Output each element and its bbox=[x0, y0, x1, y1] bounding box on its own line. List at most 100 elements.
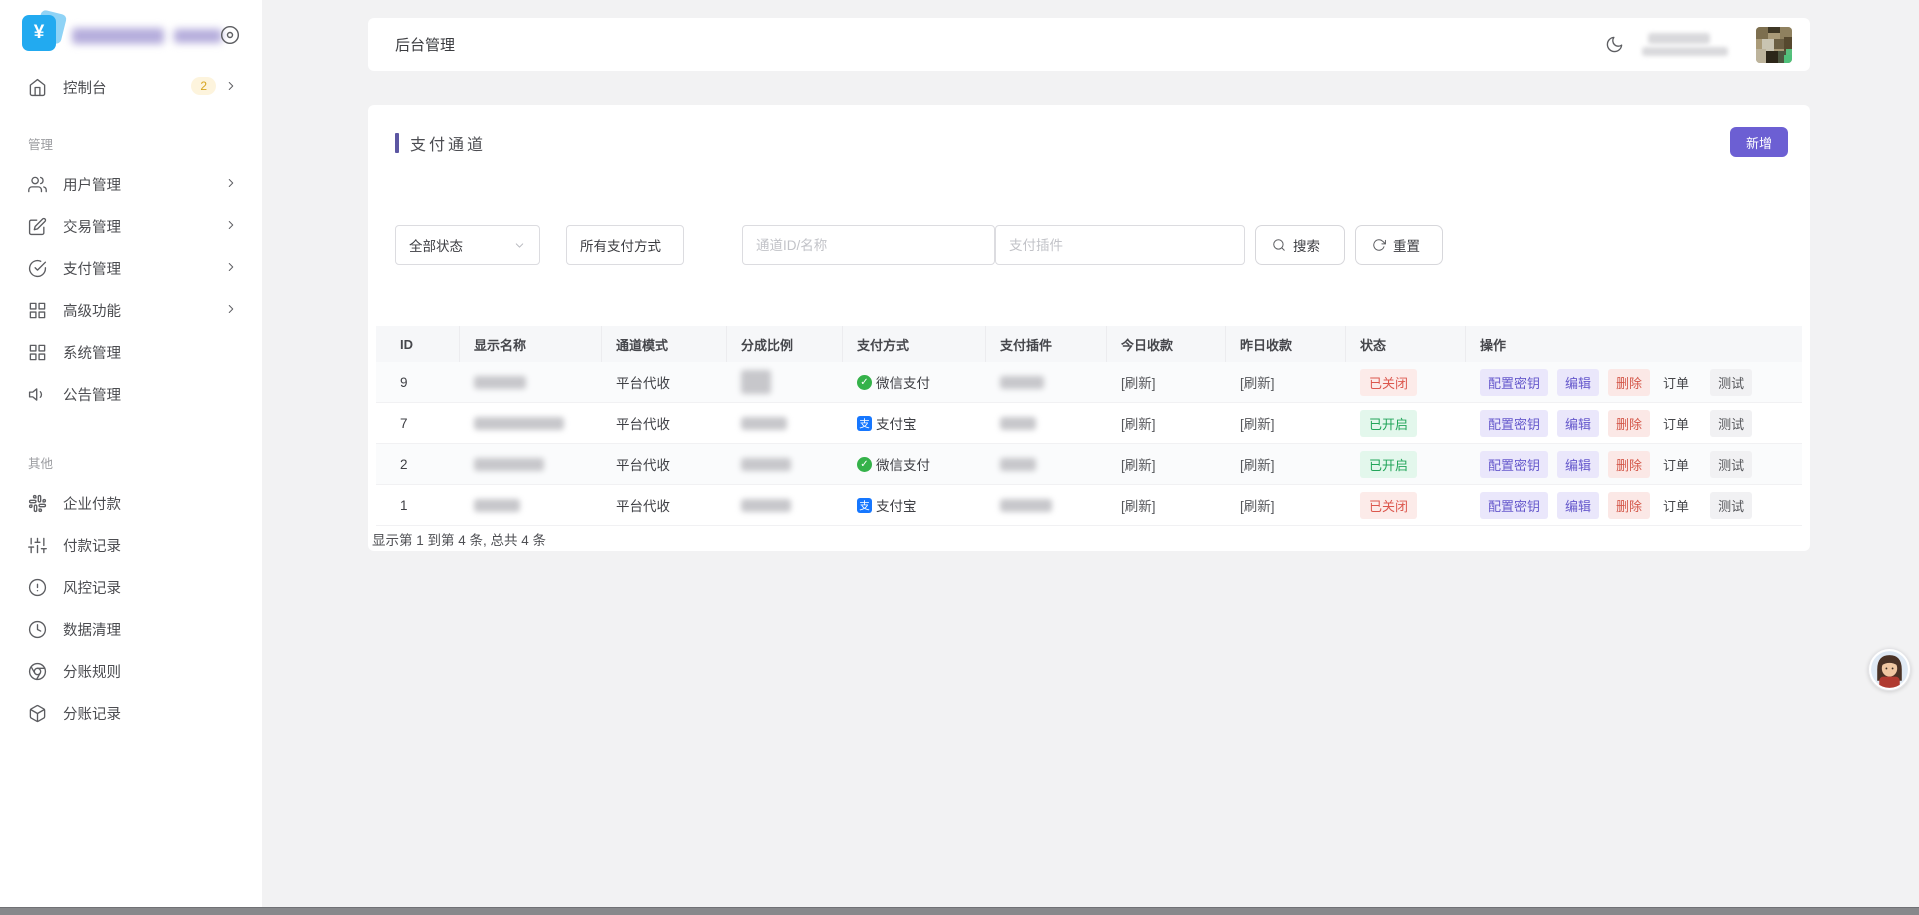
channel-id-input[interactable] bbox=[742, 225, 995, 265]
sidebar-item-transactions[interactable]: 交易管理 bbox=[0, 205, 262, 247]
sidebar-item-announcements[interactable]: 公告管理 bbox=[0, 373, 262, 415]
orders-button[interactable]: 订单 bbox=[1659, 369, 1693, 396]
cell-yesterday-income: [刷新] bbox=[1226, 362, 1346, 402]
chevron-right-icon bbox=[224, 176, 238, 190]
sidebar-item-enterprise-payout[interactable]: 企业付款 bbox=[0, 482, 262, 524]
refresh-link[interactable]: [刷新] bbox=[1240, 413, 1275, 433]
sidebar-item-payments[interactable]: 支付管理 bbox=[0, 247, 262, 289]
table-pagination-summary: 显示第 1 到第 4 条, 总共 4 条 bbox=[372, 529, 546, 549]
refresh-link[interactable]: [刷新] bbox=[1121, 495, 1156, 515]
sidebar-section-label: 管理 bbox=[0, 108, 262, 163]
delete-button[interactable]: 删除 bbox=[1608, 410, 1650, 437]
sidebar-item-split-records[interactable]: 分账记录 bbox=[0, 692, 262, 734]
sidebar-item-split-rules[interactable]: 分账规则 bbox=[0, 650, 262, 692]
panel-title-row: 支付通道 bbox=[395, 131, 486, 155]
cell-pay-plugin-blurred bbox=[986, 444, 1107, 484]
configure-keys-button[interactable]: 配置密钥 bbox=[1480, 492, 1548, 519]
edit-button[interactable]: 编辑 bbox=[1557, 369, 1599, 396]
cell-channel-mode: 平台代收 bbox=[602, 485, 727, 525]
cell-pay-plugin-blurred bbox=[986, 362, 1107, 402]
refresh-link[interactable]: [刷新] bbox=[1121, 413, 1156, 433]
edit-button[interactable]: 编辑 bbox=[1557, 492, 1599, 519]
reset-button[interactable]: 重置 bbox=[1355, 225, 1443, 265]
edit-button[interactable]: 编辑 bbox=[1557, 410, 1599, 437]
chevron-down-icon bbox=[513, 239, 526, 252]
cell-split-ratio-blurred bbox=[727, 403, 843, 443]
refresh-link[interactable]: [刷新] bbox=[1240, 495, 1275, 515]
sidebar-item-users[interactable]: 用户管理 bbox=[0, 163, 262, 205]
sidebar: ¥ 控制台 2 管理 用户管理 交易管理 支付管理 高级功能 bbox=[0, 0, 262, 915]
app-logo[interactable]: ¥ bbox=[22, 13, 62, 53]
plugin-input[interactable] bbox=[995, 225, 1245, 265]
orders-button[interactable]: 订单 bbox=[1659, 410, 1693, 437]
sidebar-item-label: 风控记录 bbox=[63, 577, 121, 598]
sidebar-item-risk-records[interactable]: 风控记录 bbox=[0, 566, 262, 608]
refresh-link[interactable]: [刷新] bbox=[1121, 372, 1156, 392]
test-button[interactable]: 测试 bbox=[1710, 451, 1752, 478]
test-button[interactable]: 测试 bbox=[1710, 369, 1752, 396]
col-header-yesterday-income: 昨日收款 bbox=[1226, 326, 1346, 362]
sidebar-item-data-cleanup[interactable]: 数据清理 bbox=[0, 608, 262, 650]
test-button[interactable]: 测试 bbox=[1710, 410, 1752, 437]
refresh-icon bbox=[1372, 238, 1386, 252]
chevron-right-icon bbox=[224, 79, 238, 93]
orders-button[interactable]: 订单 bbox=[1659, 492, 1693, 519]
cell-today-income: [刷新] bbox=[1107, 362, 1226, 402]
status-select[interactable]: 全部状态 bbox=[395, 225, 540, 265]
col-header-split-ratio: 分成比例 bbox=[727, 326, 843, 362]
support-floating-avatar[interactable] bbox=[1868, 648, 1911, 691]
status-badge: 已关闭 bbox=[1360, 369, 1417, 396]
user-avatar[interactable] bbox=[1756, 27, 1792, 63]
edit-icon bbox=[28, 217, 47, 236]
cell-display-name-blurred bbox=[460, 403, 602, 443]
orders-button[interactable]: 订单 bbox=[1659, 451, 1693, 478]
edit-button[interactable]: 编辑 bbox=[1557, 451, 1599, 478]
sidebar-collapse-button[interactable] bbox=[220, 25, 240, 45]
pay-method-select-value: 所有支付方式 bbox=[580, 235, 661, 255]
topbar-right bbox=[1605, 27, 1792, 63]
horizontal-scrollbar[interactable] bbox=[0, 907, 1919, 915]
delete-button[interactable]: 删除 bbox=[1608, 451, 1650, 478]
col-header-pay-method: 支付方式 bbox=[843, 326, 986, 362]
cell-pay-method: 支 支付宝 bbox=[843, 485, 986, 525]
add-button[interactable]: 新增 bbox=[1730, 127, 1788, 157]
test-button[interactable]: 测试 bbox=[1710, 492, 1752, 519]
alert-circle-icon bbox=[28, 578, 47, 597]
refresh-link[interactable]: [刷新] bbox=[1240, 372, 1275, 392]
col-header-actions: 操作 bbox=[1466, 326, 1802, 362]
col-header-display-name: 显示名称 bbox=[460, 326, 602, 362]
avatar-mosaic bbox=[1756, 27, 1792, 63]
configure-keys-button[interactable]: 配置密钥 bbox=[1480, 451, 1548, 478]
cell-status: 已开启 bbox=[1346, 403, 1466, 443]
sidebar-item-advanced[interactable]: 高级功能 bbox=[0, 289, 262, 331]
cell-split-ratio-blurred bbox=[727, 485, 843, 525]
configure-keys-button[interactable]: 配置密钥 bbox=[1480, 369, 1548, 396]
grid-icon bbox=[28, 301, 47, 320]
search-button[interactable]: 搜索 bbox=[1255, 225, 1345, 265]
username-blurred bbox=[1640, 30, 1740, 60]
sidebar-item-system[interactable]: 系统管理 bbox=[0, 331, 262, 373]
table-row: 9 平台代收 ✓ 微信支付 [刷新] [刷新] 已关闭 配置密钥 编辑 删除 订… bbox=[376, 362, 1802, 403]
configure-keys-button[interactable]: 配置密钥 bbox=[1480, 410, 1548, 437]
sidebar-item-label: 系统管理 bbox=[63, 342, 121, 363]
col-header-id: ID bbox=[376, 326, 460, 362]
check-circle-icon bbox=[28, 259, 47, 278]
delete-button[interactable]: 删除 bbox=[1608, 369, 1650, 396]
moon-icon[interactable] bbox=[1605, 35, 1624, 54]
pay-method-label: 支付宝 bbox=[876, 495, 917, 515]
sidebar-item-payout-records[interactable]: 付款记录 bbox=[0, 524, 262, 566]
alipay-icon: 支 bbox=[857, 498, 872, 513]
panel-title: 支付通道 bbox=[410, 131, 486, 155]
refresh-link[interactable]: [刷新] bbox=[1240, 454, 1275, 474]
cell-split-ratio-blurred bbox=[727, 362, 843, 402]
pay-method-select[interactable]: 所有支付方式 bbox=[566, 225, 684, 265]
cell-status: 已关闭 bbox=[1346, 485, 1466, 525]
delete-button[interactable]: 删除 bbox=[1608, 492, 1650, 519]
cell-channel-mode: 平台代收 bbox=[602, 444, 727, 484]
status-badge: 已开启 bbox=[1360, 451, 1417, 478]
refresh-link[interactable]: [刷新] bbox=[1121, 454, 1156, 474]
chrome-icon bbox=[28, 662, 47, 681]
topbar: 后台管理 bbox=[368, 18, 1810, 71]
col-header-pay-plugin: 支付插件 bbox=[986, 326, 1107, 362]
sidebar-item-dashboard[interactable]: 控制台 2 bbox=[0, 66, 262, 108]
